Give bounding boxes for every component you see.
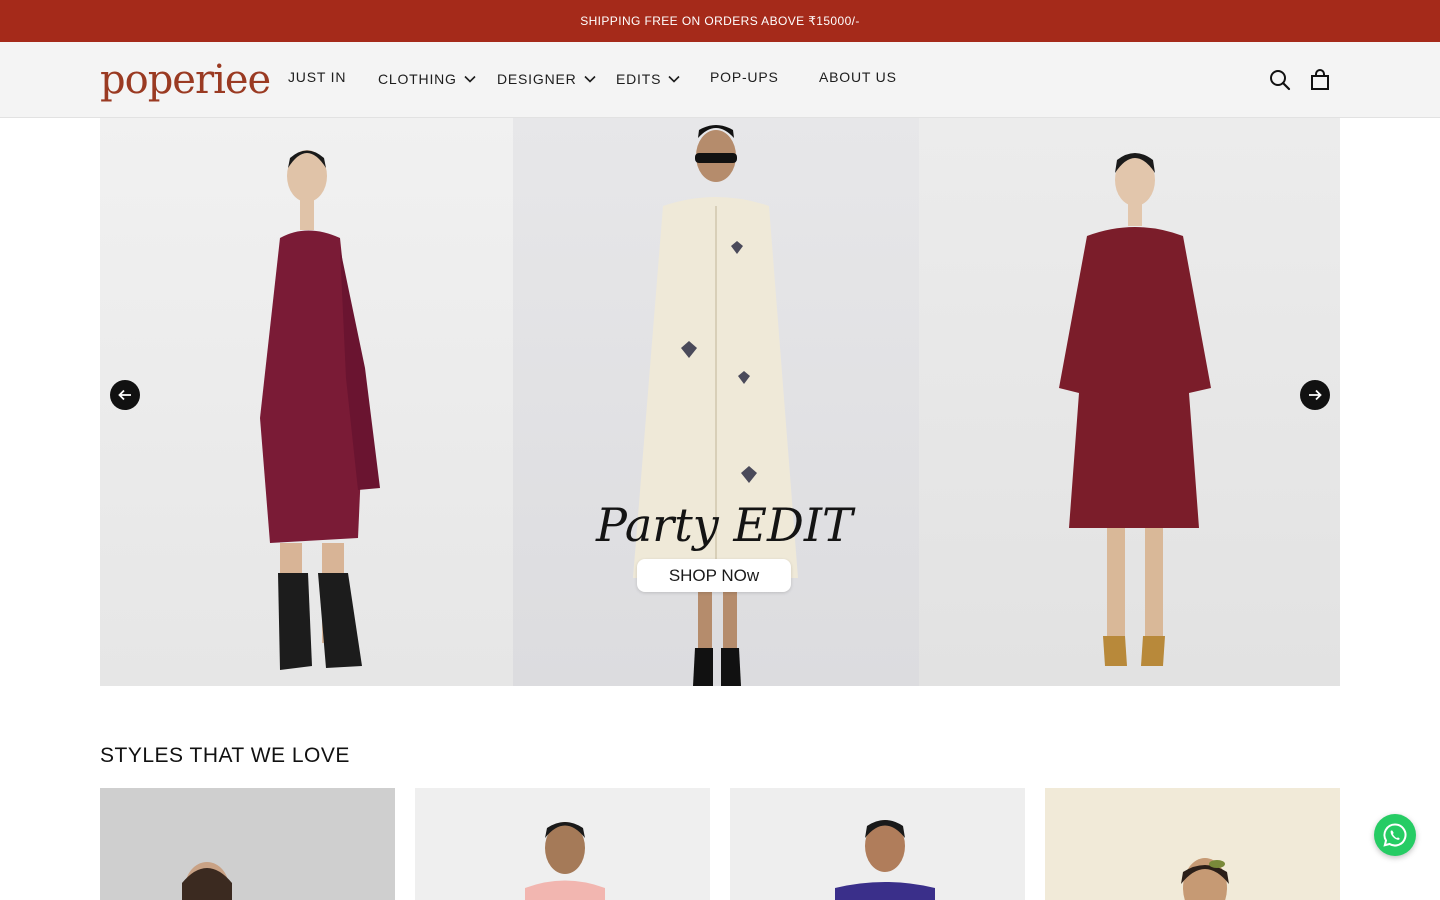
model-photo [260,150,380,670]
announcement-text: SHIPPING FREE ON ORDERS ABOVE ₹15000/- [580,14,860,28]
model-photo [633,125,798,686]
nav-item-edits[interactable]: EDITS [616,71,681,87]
product-image [835,820,935,900]
hero-carousel[interactable]: Party EDIT SHOP NOw [100,118,1340,686]
nav-item-just-in[interactable]: JUST IN [288,69,346,85]
chevron-down-icon [583,75,596,83]
carousel-prev-button[interactable] [110,380,140,410]
nav-item-label: ABOUT US [819,69,897,85]
arrow-right-icon [1309,389,1322,401]
hero-title: Party EDIT [596,498,853,552]
product-image [1181,858,1229,900]
shop-now-button[interactable]: SHOP NOw [637,559,791,592]
nav-item-label: CLOTHING [378,71,457,87]
nav-item-designer[interactable]: DESIGNER [497,71,597,87]
announcement-bar: SHIPPING FREE ON ORDERS ABOVE ₹15000/- [0,0,1440,42]
product-card[interactable] [730,788,1025,900]
product-image [525,822,605,900]
product-card[interactable] [100,788,395,900]
model-photo [1059,153,1211,666]
section-title: STYLES THAT WE LOVE [100,744,350,767]
chevron-down-icon [464,75,476,83]
whatsapp-icon [1383,823,1407,847]
cart-icon[interactable] [1308,68,1332,92]
nav-item-label: DESIGNER [497,71,577,87]
arrow-left-icon [118,389,131,401]
search-icon[interactable] [1268,68,1292,92]
chevron-down-icon [668,75,680,83]
product-card[interactable] [415,788,710,900]
carousel-next-button[interactable] [1300,380,1330,410]
nav-item-label: POP-UPS [710,69,779,85]
brand-logo[interactable]: poperiee [100,60,271,100]
hero-image-center[interactable] [513,118,919,686]
nav-item-about-us[interactable]: ABOUT US [819,69,897,85]
hero-image-left[interactable] [100,118,513,686]
product-image [182,862,232,900]
nav-item-label: JUST IN [288,69,347,85]
whatsapp-button[interactable] [1374,814,1416,856]
nav-item-clothing[interactable]: CLOTHING [378,71,477,87]
nav-item-label: EDITS [616,71,662,87]
product-card[interactable] [1045,788,1340,900]
site-header: poperiee JUST IN CLOTHING DESIGNER EDITS… [0,42,1440,118]
nav-item-pop-ups[interactable]: POP-UPS [710,69,779,85]
hero-image-right[interactable] [919,118,1340,686]
